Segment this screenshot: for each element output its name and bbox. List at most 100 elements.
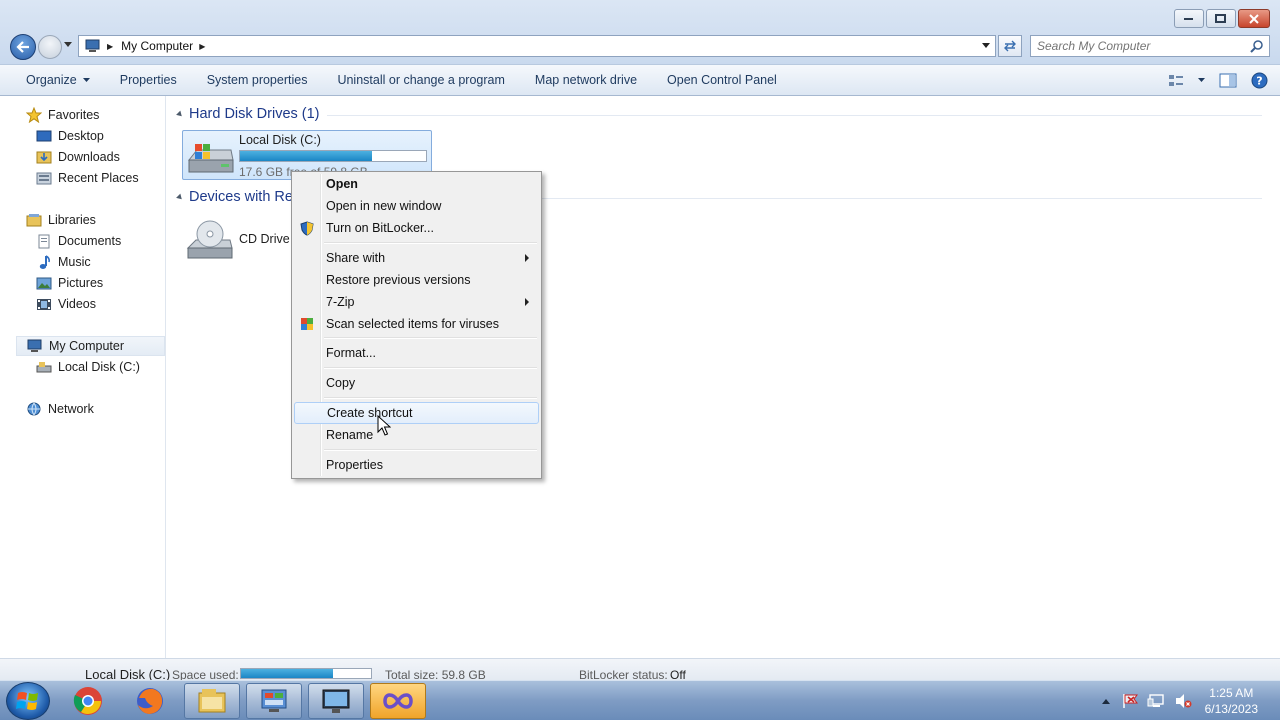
menu-copy[interactable]: Copy [294, 372, 539, 394]
taskbar-active-app[interactable] [370, 683, 426, 719]
videos-icon [36, 296, 52, 312]
menu-rename[interactable]: Rename [294, 424, 539, 446]
network-status-icon[interactable] [1147, 693, 1165, 709]
menu-separator [324, 337, 537, 339]
clock-date: 6/13/2023 [1204, 702, 1258, 716]
menu-separator [324, 242, 537, 244]
hard-drive-icon [36, 359, 52, 375]
refresh-button[interactable] [998, 35, 1022, 57]
taskbar-control-panel[interactable] [246, 683, 302, 719]
nav-favorites-label: Favorites [48, 108, 100, 122]
search-icon[interactable] [1250, 40, 1263, 53]
nav-libraries[interactable]: Libraries [26, 210, 96, 230]
properties-command[interactable]: Properties [105, 65, 192, 95]
uninstall-program-command[interactable]: Uninstall or change a program [322, 65, 519, 95]
nav-network[interactable]: Network [26, 399, 94, 419]
change-view-icon[interactable] [1168, 74, 1184, 88]
group-divider [327, 115, 1262, 116]
control-panel-icon [261, 689, 287, 712]
collapse-triangle-icon[interactable] [176, 110, 184, 118]
organize-label: Organize [26, 73, 77, 87]
nav-pictures[interactable]: Pictures [36, 273, 103, 293]
nav-music[interactable]: Music [36, 252, 91, 272]
network-icon [26, 401, 42, 417]
nav-desktop-label: Desktop [58, 129, 104, 143]
nav-documents-label: Documents [58, 234, 122, 248]
nav-local-disk[interactable]: Local Disk (C:) [36, 357, 140, 377]
search-input[interactable] [1037, 36, 1247, 56]
organize-menu[interactable]: Organize [0, 65, 105, 95]
recent-places-icon [36, 170, 52, 186]
nav-local-disk-label: Local Disk (C:) [58, 360, 140, 374]
breadcrumb-chevron-icon[interactable]: ▶ [199, 42, 205, 51]
breadcrumb-my-computer[interactable]: My Computer [121, 39, 193, 53]
nav-my-computer[interactable]: My Computer [16, 336, 165, 356]
submenu-arrow-icon [525, 298, 529, 306]
menu-scan-viruses[interactable]: Scan selected items for viruses [294, 313, 539, 335]
forward-button[interactable] [38, 35, 62, 59]
menu-turn-on-bitlocker[interactable]: Turn on BitLocker... [294, 217, 539, 239]
view-controls: ? [1168, 72, 1268, 89]
context-menu: Open Open in new window Turn on BitLocke… [291, 171, 542, 479]
breadcrumb-separator-icon[interactable]: ▶ [107, 42, 113, 51]
details-usage-fill [241, 669, 334, 678]
nav-recent-places[interactable]: Recent Places [36, 168, 139, 188]
clock[interactable]: 1:25 AM 6/13/2023 [1205, 685, 1258, 717]
recent-pages-chevron-icon[interactable] [64, 42, 72, 48]
hard-disk-group-title: Hard Disk Drives (1) [189, 106, 320, 122]
back-button[interactable] [10, 34, 36, 60]
cd-drive-tile[interactable]: CD Drive ( [182, 214, 297, 266]
taskbar-remote-desktop[interactable] [308, 683, 364, 719]
start-button[interactable] [6, 682, 50, 720]
taskbar-chrome[interactable] [60, 683, 116, 719]
nav-pictures-label: Pictures [58, 276, 104, 290]
window-controls [1174, 9, 1270, 28]
menu-open-new-window[interactable]: Open in new window [294, 195, 539, 217]
nav-desktop[interactable]: Desktop [36, 126, 104, 146]
volume-muted-icon[interactable] [1174, 693, 1192, 709]
nav-videos-label: Videos [58, 297, 96, 311]
view-options-chevron-icon[interactable] [1198, 78, 1205, 83]
nav-favorites[interactable]: Favorites [26, 105, 99, 125]
nav-libraries-label: Libraries [48, 213, 96, 227]
system-properties-command[interactable]: System properties [192, 65, 323, 95]
menu-properties[interactable]: Properties [294, 454, 539, 476]
menu-properties-label: Properties [326, 458, 383, 472]
preview-pane-icon[interactable] [1219, 73, 1237, 88]
menu-restore-previous-versions[interactable]: Restore previous versions [294, 269, 539, 291]
minimize-button[interactable] [1174, 9, 1204, 28]
action-center-flag-icon[interactable] [1122, 693, 1140, 709]
menu-7zip[interactable]: 7-Zip [294, 291, 539, 313]
details-pane: Local Disk (C:) Space used: Total size: … [0, 658, 1280, 682]
address-dropdown-icon[interactable] [982, 43, 990, 49]
menu-create-shortcut[interactable]: Create shortcut [294, 402, 539, 424]
menu-7zip-label: 7-Zip [326, 295, 355, 309]
cd-drive-icon [186, 220, 233, 259]
search-box[interactable] [1030, 35, 1270, 57]
nav-documents[interactable]: Documents [36, 231, 121, 251]
close-button[interactable] [1238, 9, 1270, 28]
menu-format-label: Format... [326, 346, 377, 360]
help-icon[interactable]: ? [1251, 72, 1268, 89]
open-control-panel-command[interactable]: Open Control Panel [652, 65, 792, 95]
menu-share-with[interactable]: Share with [294, 247, 539, 269]
nav-videos[interactable]: Videos [36, 294, 96, 314]
taskbar-firefox[interactable] [122, 683, 178, 719]
back-arrow-icon [16, 41, 29, 53]
hard-disk-group-header[interactable]: Hard Disk Drives (1) [167, 106, 320, 122]
collapse-triangle-icon[interactable] [176, 193, 184, 201]
map-network-drive-command[interactable]: Map network drive [520, 65, 652, 95]
nav-downloads-label: Downloads [58, 150, 120, 164]
submenu-arrow-icon [525, 254, 529, 262]
menu-open[interactable]: Open [294, 173, 539, 195]
taskbar-explorer[interactable] [184, 683, 240, 719]
show-hidden-icons-chevron-icon[interactable] [1102, 699, 1110, 704]
infinity-icon [383, 693, 413, 709]
removable-group-title: Devices with Re [189, 189, 293, 205]
nav-downloads[interactable]: Downloads [36, 147, 120, 167]
maximize-button[interactable] [1206, 9, 1236, 28]
address-bar[interactable]: ▶ My Computer ▶ [78, 35, 996, 57]
libraries-icon [26, 212, 42, 228]
removable-group-header[interactable]: Devices with Re [167, 189, 293, 205]
menu-format[interactable]: Format... [294, 342, 539, 364]
